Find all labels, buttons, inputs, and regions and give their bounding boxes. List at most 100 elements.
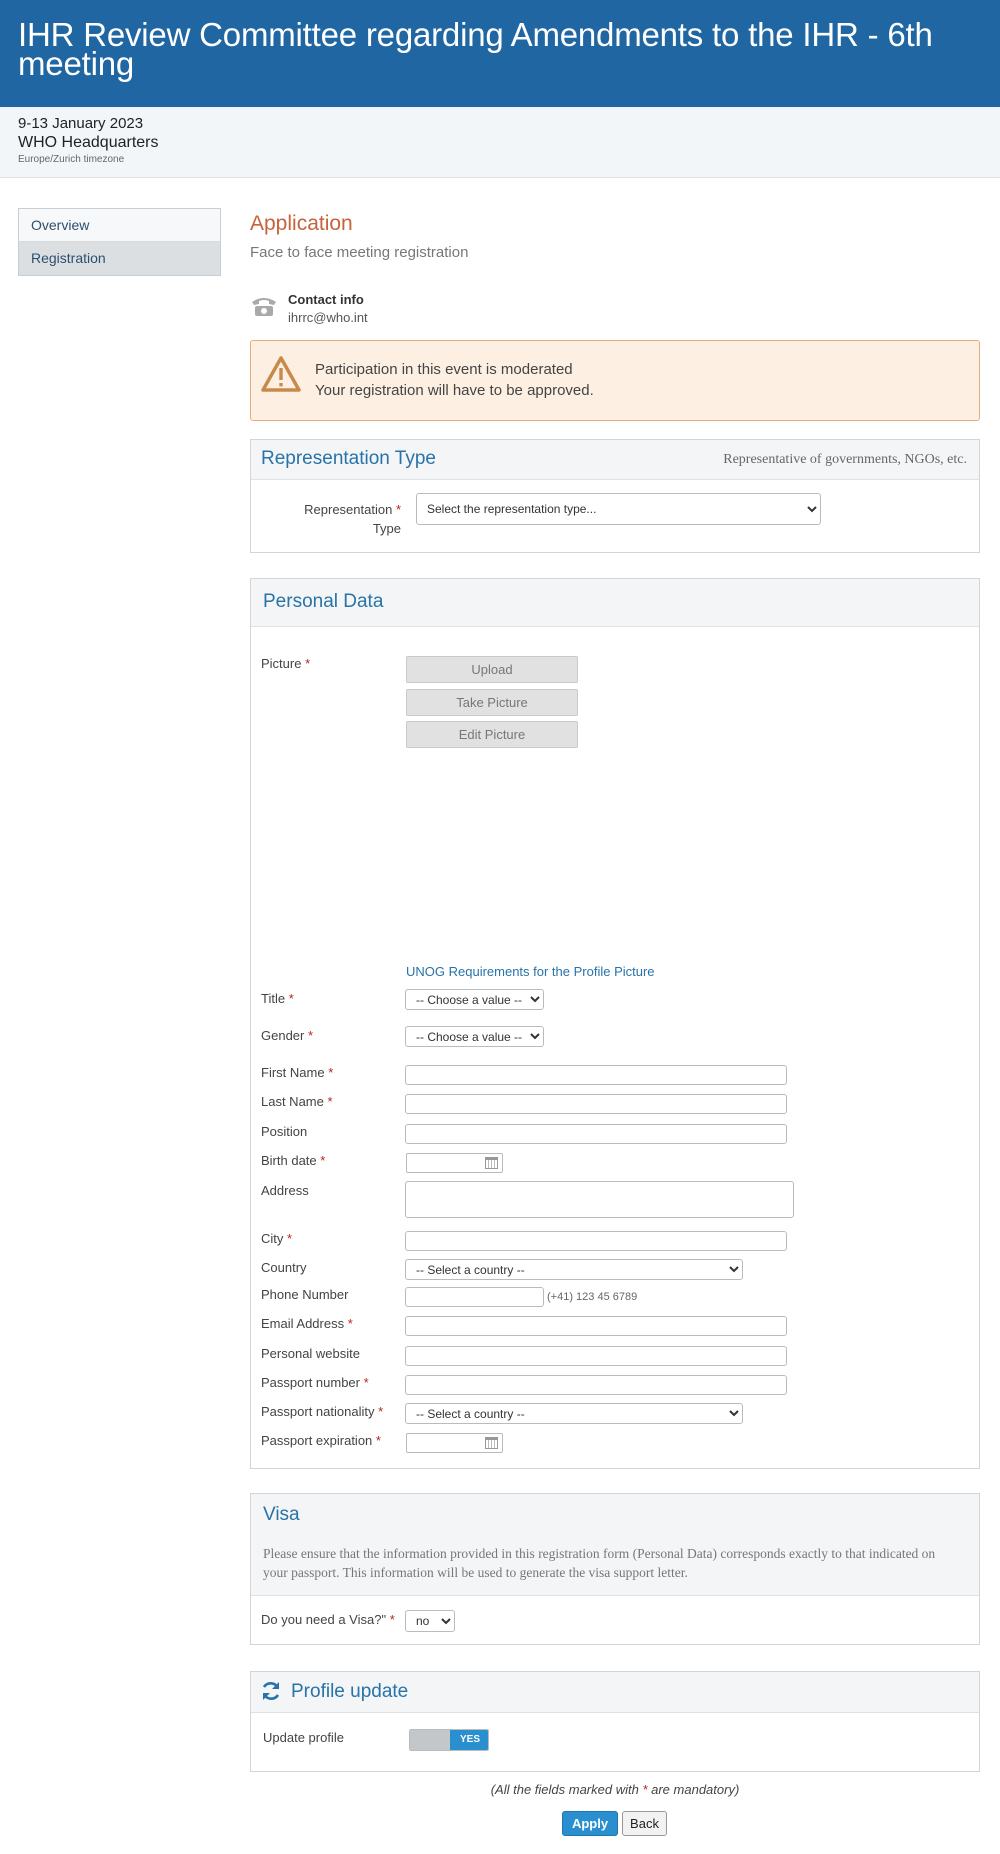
calendar-icon[interactable] — [485, 1157, 498, 1169]
country-select[interactable]: -- Select a country -- — [405, 1259, 743, 1280]
mandatory-prefix: (All the fields marked with — [490, 1782, 643, 1797]
website-input[interactable] — [405, 1346, 787, 1366]
event-title: IHR Review Committee regarding Amendment… — [18, 16, 933, 82]
address-input[interactable] — [405, 1181, 794, 1218]
event-info: 9-13 January 2023 WHO Headquarters Europ… — [0, 107, 1000, 178]
required-marker: * — [395, 502, 401, 517]
representation-type-label: Representation * Type — [291, 500, 401, 538]
sidebar-item-overview[interactable]: Overview — [19, 209, 220, 242]
title-label-text: Title — [261, 991, 286, 1006]
representation-panel: Representation Type Representative of go… — [250, 439, 980, 553]
update-profile-toggle[interactable]: YES — [409, 1729, 489, 1751]
first-name-label-text: First Name — [261, 1065, 325, 1080]
picture-label: Picture * — [261, 656, 310, 671]
required-marker: * — [375, 1433, 381, 1448]
visa-header: Visa Please ensure that the information … — [251, 1494, 979, 1596]
sidebar-item-registration[interactable]: Registration — [19, 242, 220, 275]
title-label: Title * — [261, 991, 294, 1006]
required-marker: * — [320, 1153, 326, 1168]
required-marker: * — [308, 1028, 314, 1043]
moderation-notice: Participation in this event is moderated… — [250, 340, 980, 421]
profile-update-title: Profile update — [291, 1681, 409, 1702]
passport-nationality-label: Passport nationality * — [261, 1404, 383, 1419]
event-dates: 9-13 January 2023 — [18, 115, 144, 132]
passport-number-input[interactable] — [405, 1375, 787, 1395]
event-timezone: Europe/Zurich timezone — [18, 154, 125, 165]
apply-button[interactable]: Apply — [562, 1811, 618, 1836]
visa-question-label: Do you need a Visa?" * — [261, 1612, 395, 1627]
last-name-label-text: Last Name — [261, 1094, 324, 1109]
passport-number-label: Passport number * — [261, 1375, 369, 1390]
sidebar-menu: Overview Registration — [18, 208, 221, 276]
page-title: Application — [250, 212, 353, 235]
visa-question-text: Do you need a Visa?" — [261, 1612, 387, 1627]
gender-label-text: Gender — [261, 1028, 305, 1043]
visa-panel: Visa Please ensure that the information … — [250, 1493, 980, 1645]
profile-update-panel: Profile update Update profile YES — [250, 1671, 980, 1772]
title-select[interactable]: -- Choose a value -- — [405, 989, 544, 1010]
passport-expiration-input[interactable] — [406, 1433, 503, 1453]
country-label: Country — [261, 1260, 307, 1275]
picture-requirements-link[interactable]: UNOG Requirements for the Profile Pictur… — [406, 964, 655, 979]
contact-label: Contact info — [288, 292, 364, 307]
required-marker: * — [363, 1375, 369, 1390]
passport-expiration-label-text: Passport expiration — [261, 1433, 373, 1448]
birth-date-label: Birth date * — [261, 1153, 325, 1168]
picture-label-text: Picture — [261, 656, 302, 671]
gender-select[interactable]: -- Choose a value -- — [405, 1026, 544, 1047]
passport-nationality-select[interactable]: -- Select a country -- — [405, 1403, 743, 1424]
take-picture-button[interactable]: Take Picture — [406, 689, 578, 716]
calendar-icon[interactable] — [485, 1437, 498, 1449]
phone-input[interactable] — [405, 1287, 544, 1307]
visa-title: Visa — [263, 1504, 300, 1525]
warning-icon — [261, 356, 301, 392]
notice-line-2: Your registration will have to be approv… — [315, 382, 594, 399]
city-input[interactable] — [405, 1231, 787, 1251]
address-label: Address — [261, 1183, 309, 1198]
birth-date-input[interactable] — [406, 1153, 503, 1173]
representation-label-line2: Type — [372, 521, 401, 536]
last-name-label: Last Name * — [261, 1094, 333, 1109]
email-input[interactable] — [405, 1316, 787, 1336]
update-profile-label: Update profile — [263, 1730, 344, 1745]
representation-title: Representation Type — [261, 448, 436, 469]
event-venue: WHO Headquarters — [18, 134, 159, 151]
city-label-text: City — [261, 1231, 284, 1246]
birth-date-label-text: Birth date — [261, 1153, 317, 1168]
edit-picture-button[interactable]: Edit Picture — [406, 721, 578, 748]
representation-header: Representation Type Representative of go… — [251, 440, 979, 480]
position-label: Position — [261, 1124, 308, 1139]
first-name-input[interactable] — [405, 1065, 787, 1085]
position-input[interactable] — [405, 1124, 787, 1144]
passport-number-label-text: Passport number — [261, 1375, 360, 1390]
notice-line-1: Participation in this event is moderated — [315, 361, 573, 378]
toggle-on-label: YES — [450, 1730, 488, 1750]
required-marker: * — [288, 991, 294, 1006]
required-marker: * — [328, 1065, 334, 1080]
required-marker: * — [327, 1094, 333, 1109]
contact-email[interactable]: ihrrc@who.int — [288, 310, 368, 325]
back-button[interactable]: Back — [622, 1811, 667, 1836]
upload-button[interactable]: Upload — [406, 656, 578, 683]
visa-select[interactable]: no — [405, 1610, 455, 1632]
passport-expiration-label: Passport expiration * — [261, 1433, 381, 1448]
mandatory-suffix: are mandatory) — [647, 1782, 740, 1797]
email-label-text: Email Address — [261, 1316, 345, 1331]
page-subtitle: Face to face meeting registration — [250, 244, 469, 261]
required-marker: * — [347, 1316, 353, 1331]
personal-data-header: Personal Data — [251, 579, 979, 627]
mandatory-note: (All the fields marked with * are mandat… — [250, 1782, 980, 1797]
email-label: Email Address * — [261, 1316, 353, 1331]
website-label: Personal website — [261, 1346, 360, 1361]
phone-icon — [252, 298, 276, 316]
gender-label: Gender * — [261, 1028, 313, 1043]
representation-label-line1: Representation — [304, 502, 393, 517]
last-name-input[interactable] — [405, 1094, 787, 1114]
required-marker: * — [287, 1231, 293, 1246]
representation-type-select[interactable]: Select the representation type... — [416, 493, 821, 525]
refresh-icon — [262, 1682, 280, 1700]
personal-data-title: Personal Data — [263, 591, 384, 612]
required-marker: * — [378, 1404, 384, 1419]
profile-update-header: Profile update — [251, 1672, 979, 1713]
required-marker: * — [389, 1612, 395, 1627]
